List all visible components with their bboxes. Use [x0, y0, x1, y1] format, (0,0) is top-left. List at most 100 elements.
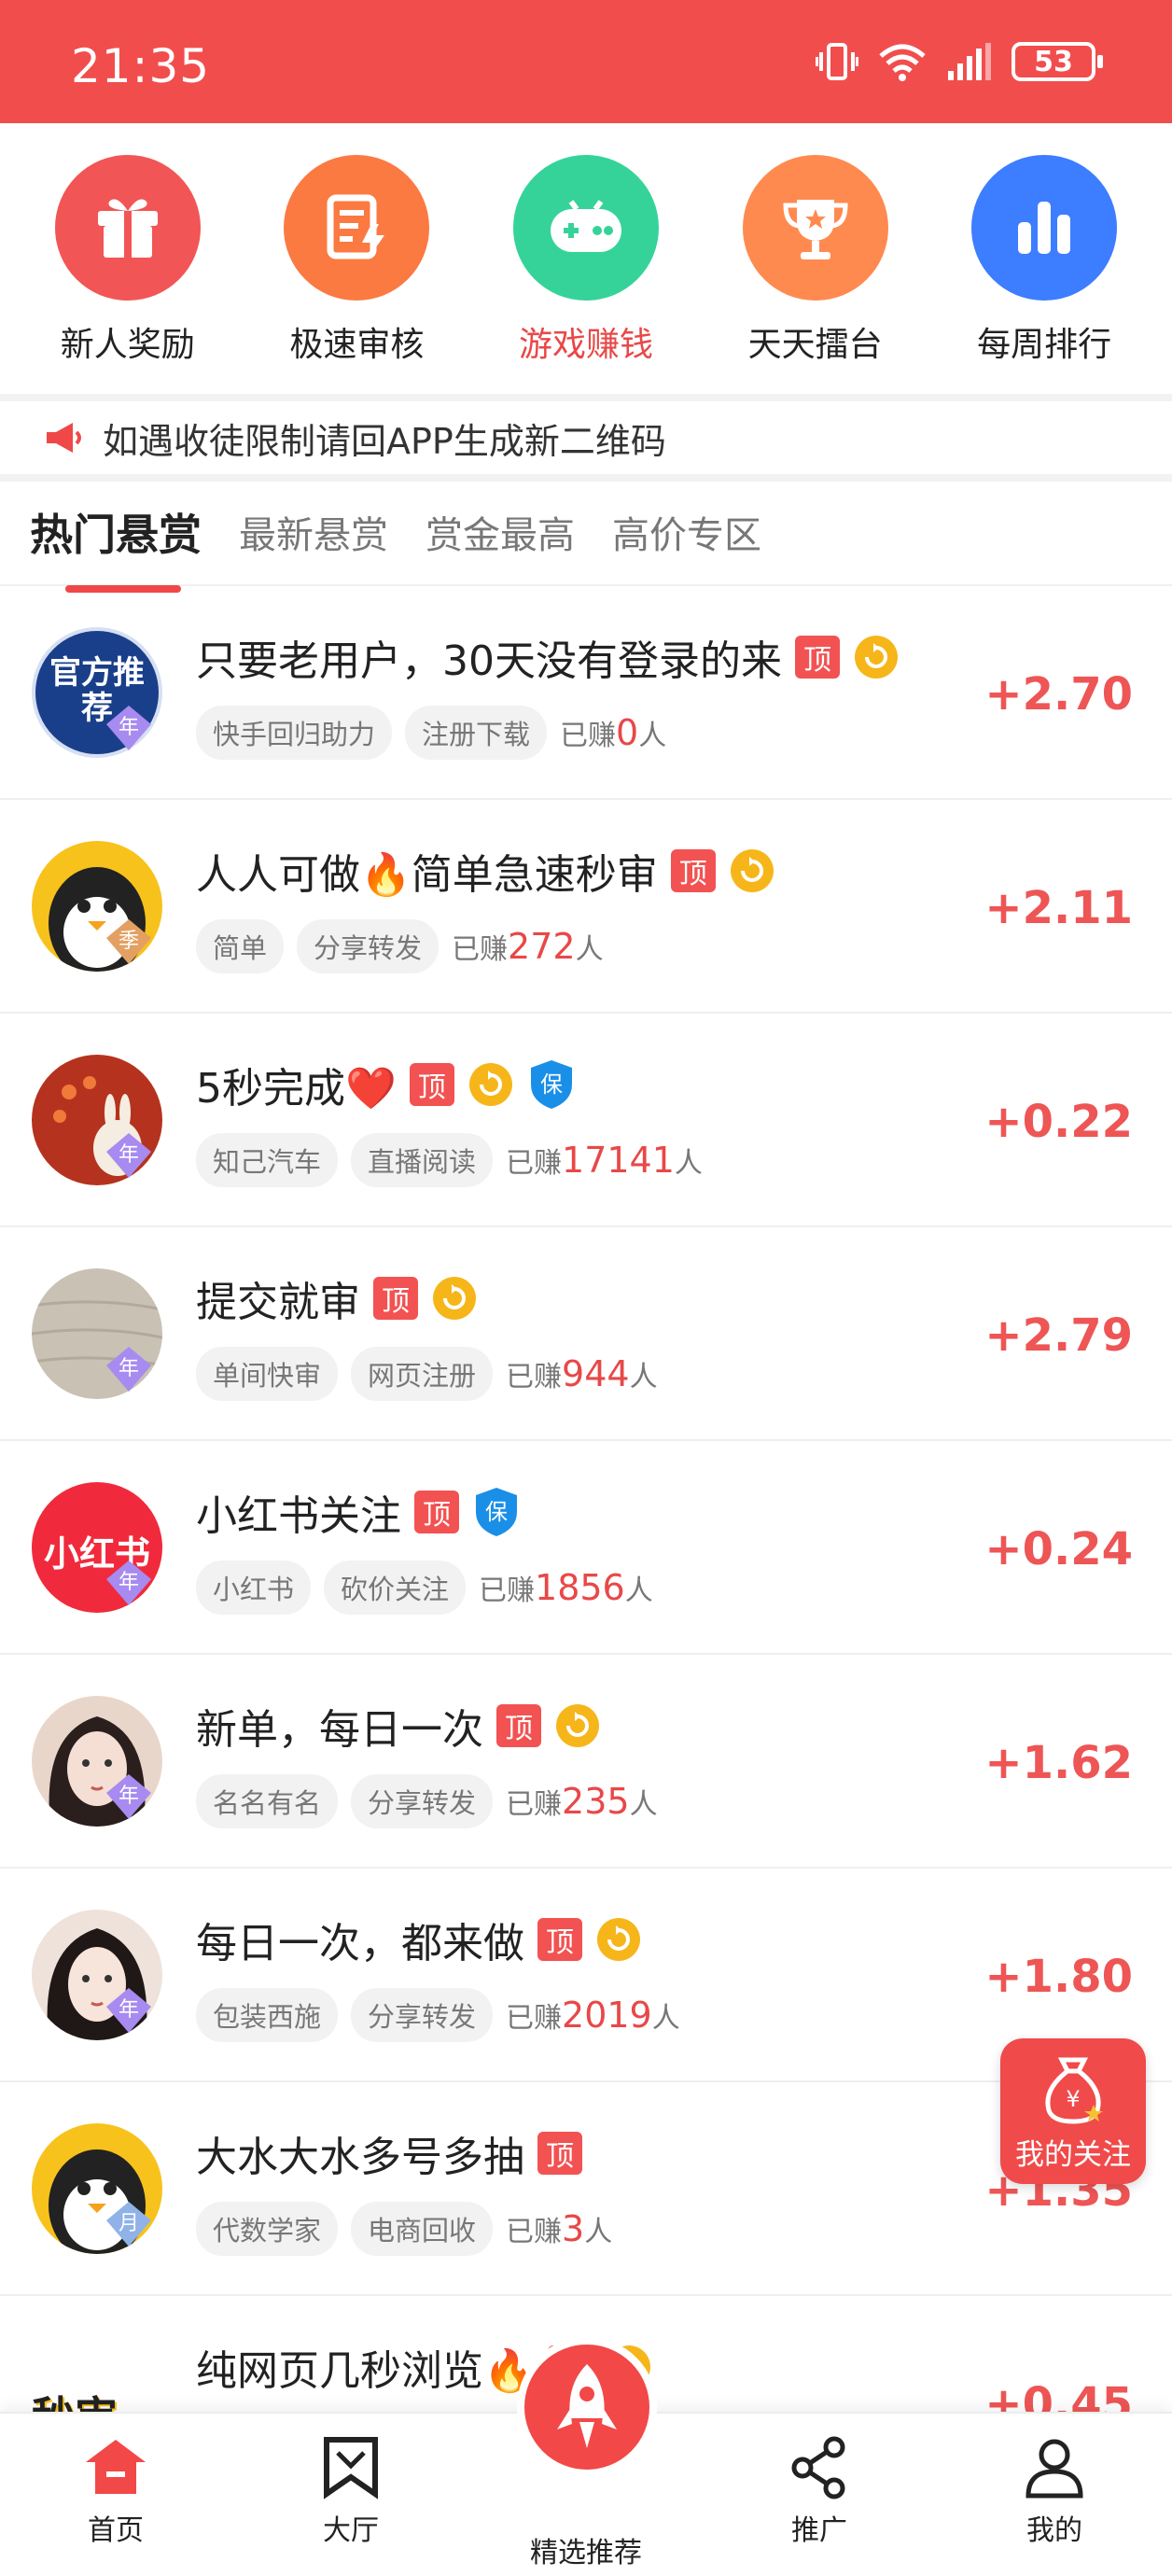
nav-label: 我的: [1026, 2514, 1082, 2547]
system-icons: 53: [816, 41, 1103, 82]
task-title: 每日一次，都来做: [196, 1920, 524, 1967]
svg-text:保: 保: [540, 1071, 563, 1098]
task-tag: 简单: [196, 919, 285, 973]
badge-text: 年: [119, 716, 139, 739]
refresh-icon: [597, 1918, 640, 1961]
tab-hot-reward[interactable]: 热门悬赏: [30, 501, 202, 593]
earned-count: 已赚3人: [506, 2208, 613, 2249]
vibrate-icon: [816, 43, 858, 80]
pinned-tag: 顶: [496, 1704, 541, 1747]
refresh-icon: [730, 849, 774, 892]
earned-count: 已赚17141人: [506, 1140, 703, 1181]
task-title-row: 5秒完成❤️ 顶 保: [196, 1055, 576, 1114]
my-follow-button[interactable]: ¥ 我的关注: [1000, 2038, 1146, 2184]
bottom-nav: 首页 大厅 精选推荐 推广 我的: [0, 2337, 1172, 2576]
task-row[interactable]: 年 5秒完成❤️ 顶 保 知己汽车 直播阅读 已赚17141人 +0.22: [0, 1014, 1172, 1227]
task-tags: 知己汽车 直播阅读 已赚17141人: [196, 1133, 703, 1187]
status-bar: 21:35 53: [0, 0, 1172, 123]
featured-rocket-button[interactable]: [517, 2337, 657, 2477]
divider: [0, 474, 1172, 482]
category-fast-review[interactable]: 极速审核: [249, 155, 464, 394]
earned-count: 已赚0人: [560, 712, 667, 753]
reward-amount: +2.70: [984, 668, 1133, 721]
pinned-tag: 顶: [537, 2132, 582, 2175]
signal-icon: [948, 43, 991, 80]
tab-bar: 热门悬赏 最新悬赏 赏金最高 高价专区: [0, 485, 1172, 593]
tab-highest-bounty[interactable]: 赏金最高: [426, 505, 575, 565]
earned-count: 已赚944人: [506, 1353, 658, 1394]
category-label: 天天擂台: [747, 326, 883, 364]
battery-indicator: 53: [1012, 42, 1103, 81]
nav-hall[interactable]: 大厅: [276, 2434, 426, 2548]
task-row[interactable]: 年 每日一次，都来做 顶 包装西施 分享转发 已赚2019人 +1.80: [0, 1869, 1172, 2082]
share-icon: [791, 2436, 845, 2499]
reward-amount: +1.80: [984, 1951, 1133, 2003]
task-tag: 注册下载: [405, 706, 548, 760]
task-tags: 单间快审 网页注册 已赚944人: [196, 1347, 658, 1401]
task-tag: 代数学家: [196, 2202, 339, 2256]
badge-text: 月: [119, 2212, 139, 2235]
tab-premium-zone[interactable]: 高价专区: [612, 505, 761, 565]
task-row[interactable]: 年 提交就审 顶 单间快审 网页注册 已赚944人 +2.79: [0, 1227, 1172, 1441]
nav-home[interactable]: 首页: [41, 2434, 190, 2548]
status-time: 21:35: [71, 39, 211, 93]
reward-amount: +2.79: [984, 1309, 1133, 1362]
wifi-icon: [879, 44, 926, 81]
task-row[interactable]: 小红书 年 小红书关注 顶 保 小红书 砍价关注 已赚1856人 +0.24: [0, 1441, 1172, 1655]
membership-badge: 年: [103, 1984, 155, 2037]
nav-promote[interactable]: 推广: [745, 2434, 894, 2548]
category-grid: 新人奖励 极速审核 游戏赚钱 天天擂台 每周排行: [0, 123, 1172, 394]
earned-count: 已赚272人: [452, 926, 604, 967]
earned-count: 已赚235人: [506, 1781, 658, 1822]
task-title-row: 提交就审 顶: [196, 1268, 478, 1328]
task-row[interactable]: 年 新单，每日一次 顶 名名有名 分享转发 已赚235人 +1.62: [0, 1655, 1172, 1869]
follow-label: 我的关注: [1015, 2138, 1131, 2172]
notice-bar[interactable]: 如遇收徒限制请回APP生成新二维码: [0, 401, 1172, 474]
badge-text: 年: [119, 1143, 139, 1167]
reward-amount: +2.11: [984, 882, 1133, 934]
category-label: 游戏赚钱: [518, 326, 653, 364]
task-title: 新单，每日一次: [196, 1706, 483, 1754]
divider: [0, 394, 1172, 401]
badge-text: 年: [119, 1998, 139, 2022]
reward-amount: +0.22: [984, 1096, 1133, 1148]
task-row[interactable]: 季 人人可做🔥简单急速秒审 顶 简单 分享转发 已赚272人 +2.11: [0, 800, 1172, 1014]
refresh-icon: [433, 1277, 476, 1320]
task-tags: 名名有名 分享转发 已赚235人: [196, 1774, 658, 1828]
nav-featured[interactable]: 精选推荐: [511, 2529, 661, 2570]
pinned-tag: 顶: [409, 1063, 454, 1106]
task-tag: 砍价关注: [324, 1561, 467, 1615]
category-weekly-rank[interactable]: 每周排行: [937, 155, 1151, 394]
svg-text:¥: ¥: [1066, 2086, 1080, 2112]
task-tag: 分享转发: [351, 1774, 494, 1828]
nav-label: 推广: [791, 2514, 847, 2547]
task-tag: 快手回归助力: [196, 706, 393, 760]
pinned-tag: 顶: [795, 636, 840, 679]
guarantee-shield-icon: 保: [530, 1060, 572, 1109]
task-tags: 包装西施 分享转发 已赚2019人: [196, 1988, 680, 2042]
notice-text: 如遇收徒限制请回APP生成新二维码: [103, 420, 666, 462]
task-title-row: 每日一次，都来做 顶: [196, 1910, 642, 1969]
badge-text: 季: [119, 930, 139, 953]
task-tags: 简单 分享转发 已赚272人: [196, 919, 604, 973]
guarantee-shield-icon: 保: [476, 1488, 517, 1536]
category-new-user-reward[interactable]: 新人奖励: [21, 155, 235, 394]
pinned-tag: 顶: [373, 1277, 418, 1320]
megaphone-icon: [47, 423, 81, 453]
task-row[interactable]: 官方推荐 年 只要老用户，30天没有登录的来 顶 快手回归助力 注册下载 已赚0…: [0, 586, 1172, 800]
badge-text: 年: [119, 1357, 139, 1380]
pinned-tag: 顶: [537, 1918, 582, 1961]
task-title: 纯网页几秒浏览🔥: [196, 2347, 535, 2395]
nav-mine[interactable]: 我的: [980, 2434, 1129, 2548]
task-title: 只要老用户，30天没有登录的来: [196, 637, 782, 685]
task-title-row: 新单，每日一次 顶: [196, 1696, 601, 1756]
task-title: 人人可做🔥简单急速秒审: [196, 851, 658, 899]
task-row[interactable]: 月 大水大水多号多抽 顶 代数学家 电商回收 已赚3人 +1.35: [0, 2082, 1172, 2296]
task-tag: 分享转发: [351, 1988, 494, 2042]
tab-latest-reward[interactable]: 最新悬赏: [239, 505, 388, 565]
category-daily-arena[interactable]: 天天擂台: [708, 155, 923, 394]
category-game-earn[interactable]: 游戏赚钱: [479, 155, 693, 394]
membership-badge: 年: [103, 1343, 155, 1395]
membership-badge: 年: [103, 1557, 155, 1609]
membership-badge: 月: [103, 2198, 155, 2250]
